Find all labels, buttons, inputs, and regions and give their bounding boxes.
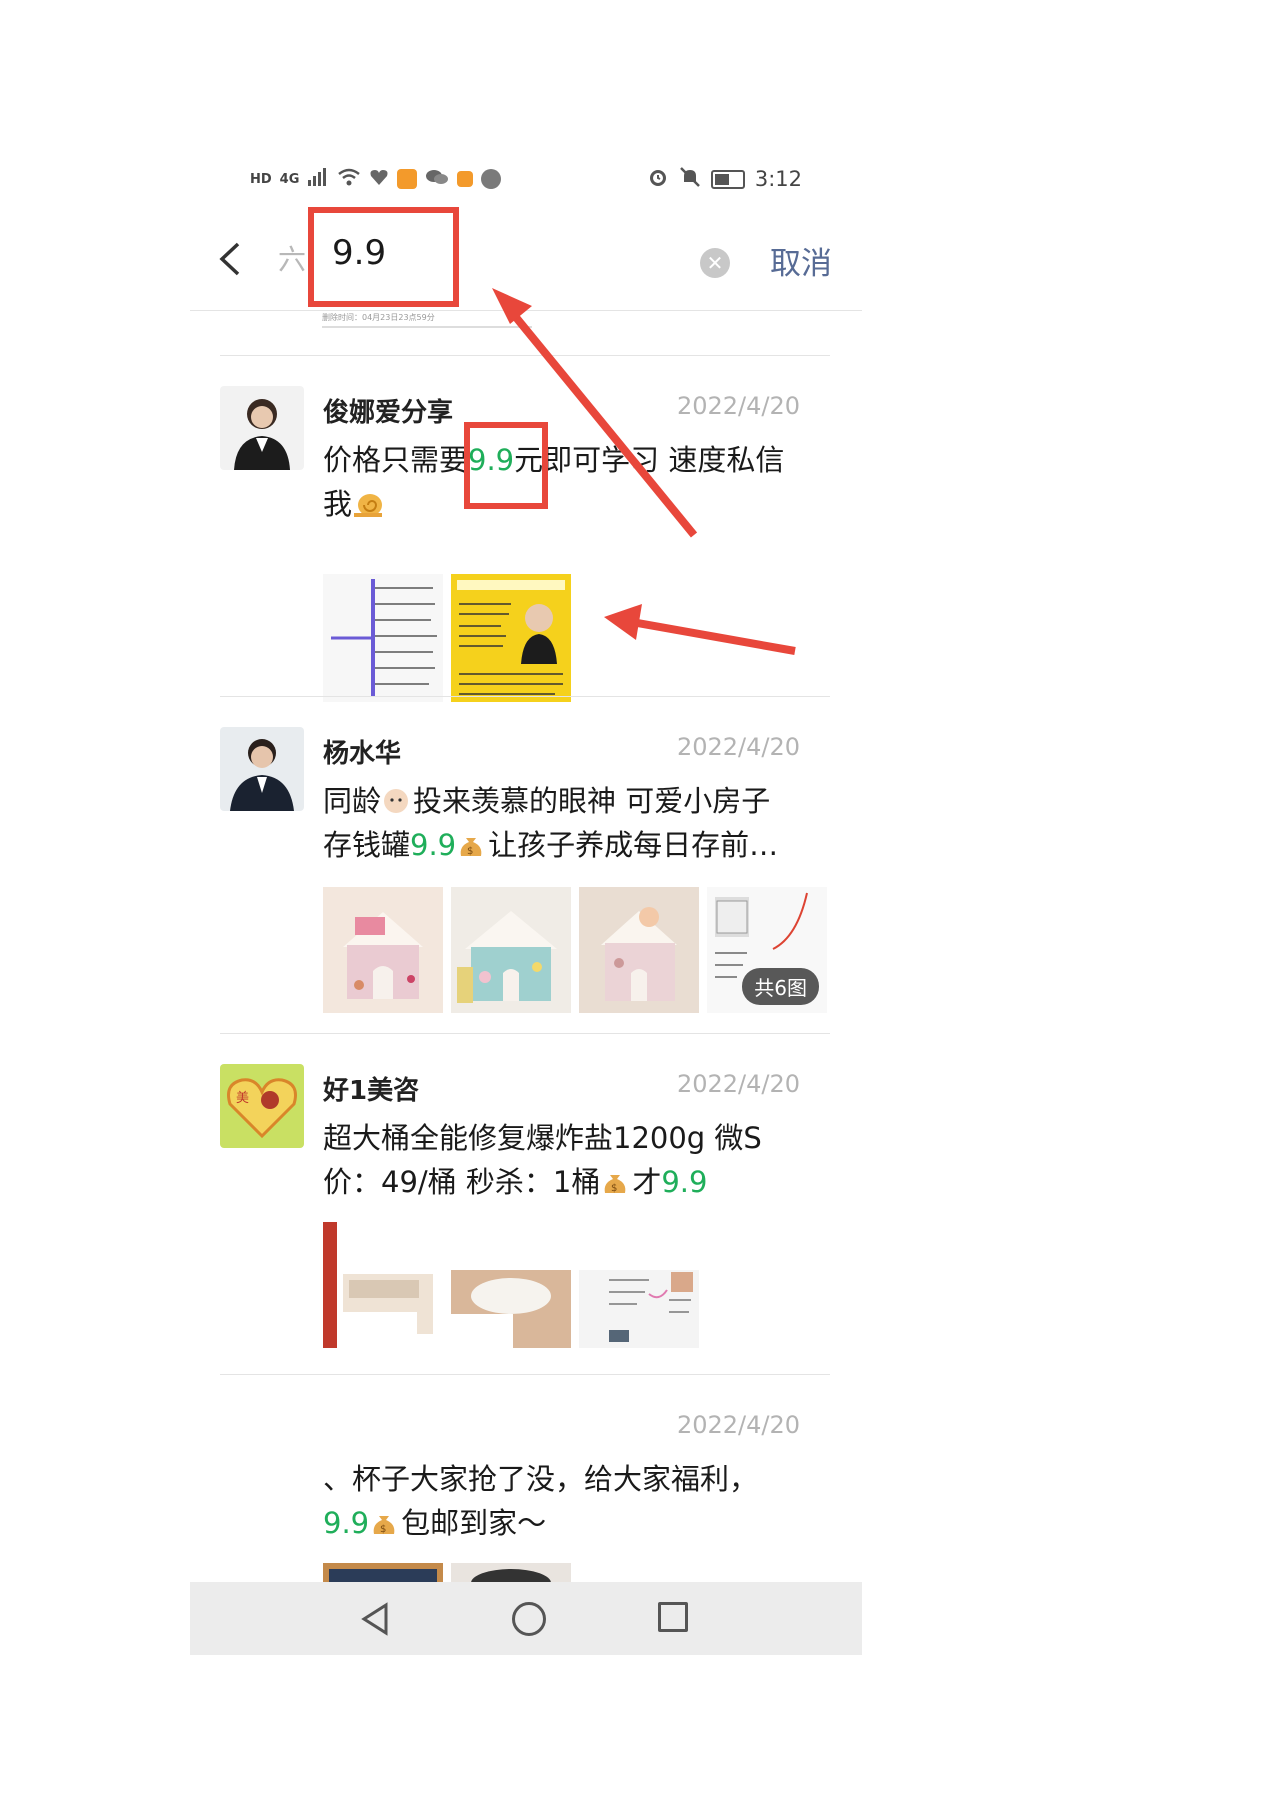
post-images: 共6图 [323,887,827,1013]
status-bar: HD 4G 3:12 [190,150,862,210]
image-count-badge: 共6图 [742,968,819,1005]
post-text-part: 、杯子大家抢了没，给大家福利， [323,1462,759,1496]
collapsed-result-strip: 删除时间：04月23日23点59分 [322,312,532,328]
post-author[interactable]: 杨水华 [323,733,401,770]
post-text: 超大桶全能修复爆炸盐1200g 微S价：49/桶 秒杀：1桶 $ 才9.9 [323,1116,793,1204]
clock: 3:12 [754,167,802,191]
search-scope-label: 六 [278,243,307,276]
post-image-product[interactable] [323,1222,443,1348]
post-text: 价格只需要9.9元即可学习 速度私信我 [323,438,793,526]
post-image-more[interactable]: 共6图 [707,887,827,1013]
app-icon [457,171,474,187]
wechat-icon [425,168,449,190]
svg-text:$: $ [467,846,473,857]
search-input[interactable] [330,232,574,274]
search-highlight: 9.9 [410,828,457,862]
post-text-part: 包邮到家～ [401,1506,547,1540]
post-image-mindmap[interactable] [323,574,443,702]
post-image-piggybank[interactable] [451,887,571,1013]
signal-icon [307,168,329,190]
health-icon [369,168,389,190]
search-bar: 六 ✕ 取消 [190,210,862,311]
post-text-part: 价格只需要 [323,443,469,477]
nav-back-icon[interactable] [360,1602,390,1640]
moment-post[interactable]: 俊娜爱分享 2022/4/20 价格只需要9.9元即可学习 速度私信我 [220,355,830,702]
wifi-icon [337,168,361,190]
cancel-button[interactable]: 取消 [770,238,832,283]
search-results-feed: 俊娜爱分享 2022/4/20 价格只需要9.9元即可学习 速度私信我 杨水华 [190,355,862,1655]
clear-search-icon[interactable]: ✕ [700,248,730,278]
post-images [323,574,571,702]
post-date: 2022/4/20 [676,1070,800,1098]
avatar[interactable] [220,727,304,811]
snail-emoji-icon [352,487,384,517]
back-arrow-icon[interactable] [212,236,248,282]
mute-icon [679,166,701,192]
moment-post[interactable]: 杨水华 2022/4/20 同龄 投来羡慕的眼神 可爱小房子存钱罐9.9 $ 让孩子养… [220,696,830,1033]
post-date: 2022/4/20 [676,1411,800,1439]
post-author[interactable]: 俊娜爱分享 [323,392,453,429]
nav-home-icon[interactable] [512,1602,546,1636]
money-bag-emoji-icon: $ [600,1165,632,1195]
network-label: 4G [279,171,300,187]
post-image-product[interactable] [579,1222,699,1348]
alarm-icon [647,166,669,192]
post-text-part: 让孩子养成每日存前… [488,828,779,862]
post-author[interactable]: 好1美咨 [323,1070,419,1107]
post-image-poster[interactable] [451,574,571,702]
system-nav-bar [190,1582,862,1655]
video-app-icon [397,169,418,189]
post-text-part: 才 [632,1165,662,1199]
avatar[interactable]: 美 [220,1064,304,1148]
post-text: 同龄 投来羡慕的眼神 可爱小房子存钱罐9.9 $ 让孩子养成每日存前… [323,779,793,867]
money-bag-emoji-icon: $ [369,1506,401,1536]
post-image-product[interactable] [451,1222,571,1348]
svg-text:美: 美 [236,1091,249,1106]
battery-icon [710,169,745,189]
baby-emoji-icon [381,784,413,814]
post-image-piggybank[interactable] [579,887,699,1013]
svg-text:$: $ [380,1524,386,1535]
svg-text:$: $ [611,1183,617,1194]
search-highlight: 9.9 [468,443,515,477]
moment-post[interactable]: 美 好1美咨 2022/4/20 超大桶全能修复爆炸盐1200g 微S价：49/… [220,1033,830,1374]
hd-label: HD [250,171,272,187]
phone-screen: HD 4G 3:12 六 9.9 ✕ 取消 删除时间：04月23日23点59分 … [190,150,862,1655]
money-bag-emoji-icon: $ [456,828,488,858]
search-highlight: 9.9 [323,1506,370,1540]
post-text: 、杯子大家抢了没，给大家福利， 9.9 $ 包邮到家～ [323,1457,793,1545]
avatar[interactable] [220,386,304,470]
post-date: 2022/4/20 [676,392,800,420]
browser-icon [481,169,502,189]
search-highlight: 9.9 [661,1165,708,1199]
post-image-piggybank[interactable] [323,887,443,1013]
nav-recent-apps-icon[interactable] [658,1602,688,1632]
post-date: 2022/4/20 [676,733,800,761]
post-text-part: 同龄 [323,784,382,818]
post-images [323,1222,699,1348]
